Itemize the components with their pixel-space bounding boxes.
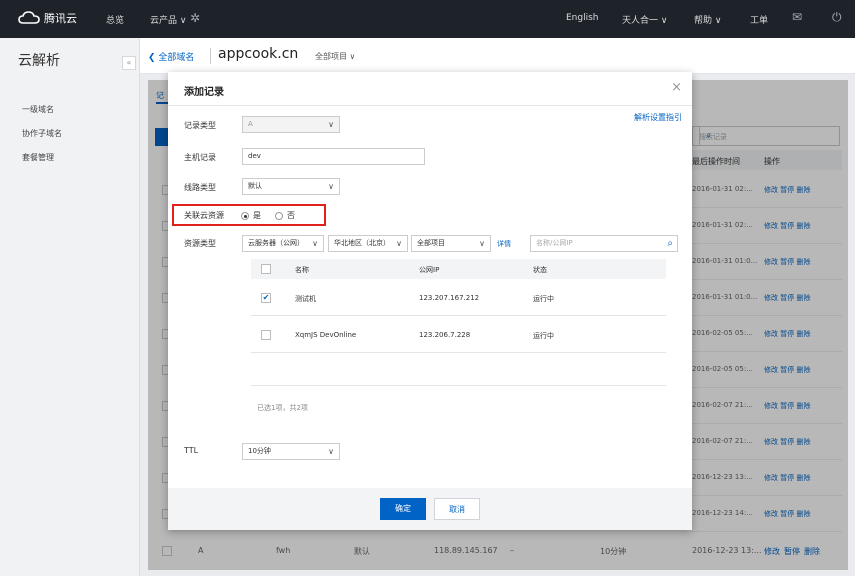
brand-name: 腾讯云 (44, 12, 77, 25)
mail-icon[interactable]: ✉ (792, 10, 802, 24)
resource-name: 测试机 (295, 295, 316, 303)
line-type-value: 默认 (248, 182, 262, 190)
chevron-down-icon: ∨ (396, 239, 402, 248)
link-yes-radio[interactable] (241, 212, 249, 220)
chevron-down-icon: ∨ (479, 239, 485, 248)
ttl-value: 10分钟 (248, 447, 271, 455)
chevron-down-icon: ∨ (660, 16, 668, 26)
power-icon[interactable]: ⏻ (832, 10, 842, 25)
language-switch[interactable]: English (566, 13, 599, 23)
close-icon[interactable]: × (671, 80, 682, 95)
sidebar-item-collab-subdomains[interactable]: 协作子域名 (22, 128, 62, 139)
resource-ip: 123.207.167.212 (419, 294, 480, 302)
resource-table-header: 名称 公网IP 状态 (251, 259, 666, 279)
link-yes-label: 是 (253, 211, 261, 220)
region-select[interactable]: 华北地区（北京） ∨ (328, 235, 408, 252)
chevron-down-icon: ∨ (714, 16, 722, 26)
search-icon[interactable]: ⌕ (667, 236, 673, 251)
host-input[interactable]: dev (242, 148, 425, 165)
nav-products[interactable]: 云产品 ∨ (150, 13, 186, 26)
user-name: 天人合一 (622, 16, 659, 26)
resource-type-value: 云服务器（公网） (248, 239, 304, 247)
title-divider (168, 105, 692, 106)
table-row[interactable]: XqmJS DevOnline 123.206.7.228 运行中 (251, 317, 666, 353)
resource-status: 运行中 (533, 332, 554, 340)
record-type-select[interactable]: A ∨ (242, 116, 340, 133)
header-divider (210, 48, 211, 64)
table-divider (251, 385, 666, 386)
host-label: 主机记录 (184, 153, 216, 162)
region-value: 华北地区（北京） (334, 239, 390, 247)
nav-products-label: 云产品 (150, 16, 178, 26)
ttl-select[interactable]: 10分钟 ∨ (242, 443, 340, 460)
record-type-value: A (248, 120, 253, 128)
back-link[interactable]: ❮ 全部域名 (148, 50, 194, 63)
selection-summary: 已选1项，共2项 (257, 404, 308, 412)
resource-type-label: 资源类型 (184, 239, 216, 248)
dialog-footer: 确定 取消 (168, 488, 692, 530)
column-header-status: 状态 (533, 266, 547, 274)
record-type-label: 记录类型 (184, 121, 216, 130)
domain-title: appcook.cn (218, 46, 299, 62)
line-type-label: 线路类型 (184, 183, 216, 192)
top-navigation-bar: 腾讯云 总览 云产品 ∨ ✲ English 天人合一 ∨ 帮助 ∨ 工单 ✉ … (0, 0, 855, 38)
resource-search-input[interactable]: 名称/公网IP ⌕ (530, 235, 678, 252)
row-checkbox-checked[interactable]: ✔ (261, 293, 271, 303)
select-all-checkbox[interactable] (261, 264, 271, 274)
resource-name: XqmJS DevOnline (295, 331, 357, 339)
resource-type-select[interactable]: 云服务器（公网） ∨ (242, 235, 324, 252)
cloud-logo-icon (18, 11, 40, 24)
dialog-title: 添加记录 (184, 87, 224, 98)
column-header-name: 名称 (295, 266, 309, 274)
chevron-down-icon: ∨ (312, 239, 318, 248)
nav-overview[interactable]: 总览 (106, 13, 124, 26)
help-menu[interactable]: 帮助 ∨ (694, 13, 721, 26)
detail-link[interactable]: 详情 (497, 239, 511, 249)
sidebar-item-packages[interactable]: 套餐管理 (22, 152, 54, 163)
column-header-ip: 公网IP (419, 266, 440, 274)
settings-icon[interactable]: ✲ (190, 11, 200, 25)
project-filter-value: 全部项目 (417, 239, 445, 247)
ttl-label: TTL (184, 446, 199, 455)
link-resource-label: 关联云资源 (184, 211, 224, 220)
back-link-label: 全部域名 (158, 53, 195, 63)
cancel-button[interactable]: 取消 (434, 498, 480, 520)
collapse-sidebar-button[interactable]: « (122, 56, 136, 70)
guide-link[interactable]: 解析设置指引 (634, 112, 682, 123)
add-record-dialog: 添加记录 × 解析设置指引 记录类型 A ∨ 主机记录 dev 线路类型 默认 … (168, 72, 692, 530)
brand-logo[interactable]: 腾讯云 (18, 10, 77, 26)
resource-status: 运行中 (533, 295, 554, 303)
project-filter-select[interactable]: 全部项目 ∨ (411, 235, 491, 252)
resource-search-placeholder: 名称/公网IP (536, 239, 573, 247)
help-label: 帮助 (694, 16, 713, 26)
page-header: ❮ 全部域名 appcook.cn 全部项目 ∨ (140, 38, 855, 74)
chevron-down-icon: ∨ (349, 52, 356, 61)
line-type-select[interactable]: 默认 ∨ (242, 178, 340, 195)
link-no-label: 否 (287, 211, 295, 220)
chevron-down-icon: ∨ (328, 182, 334, 191)
chevron-down-icon: ∨ (328, 120, 334, 129)
sidebar-item-primary-domains[interactable]: 一级域名 (22, 104, 54, 115)
user-menu[interactable]: 天人合一 ∨ (622, 13, 667, 26)
project-select[interactable]: 全部项目 ∨ (315, 51, 355, 62)
sidebar-title: 云解析 (18, 53, 60, 69)
ticket-link[interactable]: 工单 (750, 13, 768, 26)
chevron-down-icon: ∨ (179, 16, 187, 26)
chevron-left-icon: ❮ (148, 53, 159, 63)
chevron-down-icon: ∨ (328, 447, 334, 456)
table-row[interactable]: ✔ 测试机 123.207.167.212 运行中 (251, 280, 666, 316)
sidebar: 云解析 « 一级域名 协作子域名 套餐管理 (0, 38, 140, 576)
link-no-radio[interactable] (275, 212, 283, 220)
row-checkbox[interactable] (261, 330, 271, 340)
project-select-label: 全部项目 (315, 52, 347, 61)
resource-ip: 123.206.7.228 (419, 331, 471, 339)
confirm-button[interactable]: 确定 (380, 498, 426, 520)
